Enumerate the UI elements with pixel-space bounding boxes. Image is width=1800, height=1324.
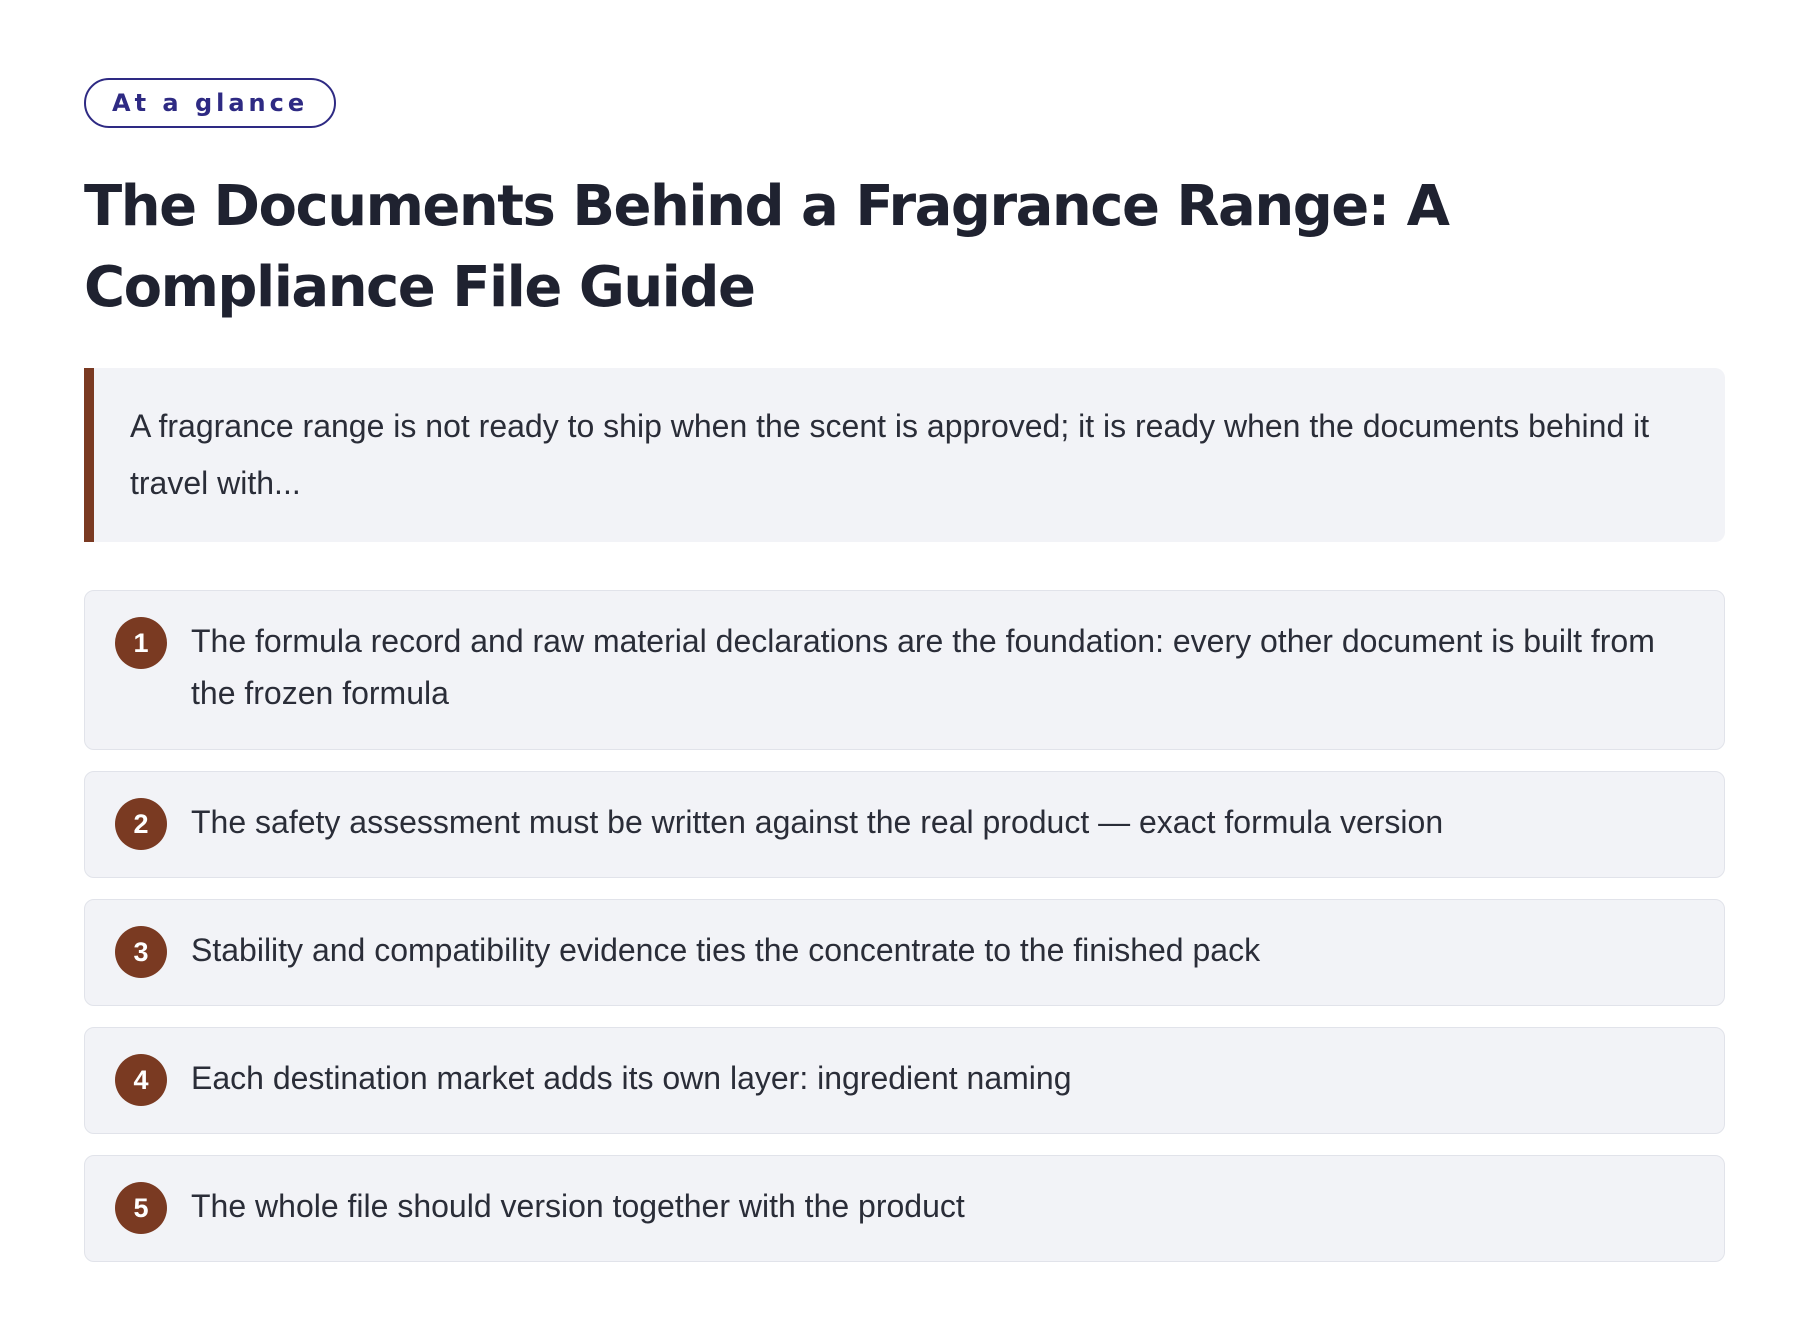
at-a-glance-badge: At a glance bbox=[84, 78, 337, 128]
number-badge: 5 bbox=[115, 1182, 167, 1234]
list-item: 5 The whole file should version together… bbox=[84, 1155, 1725, 1262]
page: At a glance The Documents Behind a Fragr… bbox=[0, 0, 1800, 1324]
list-item-text: Each destination market adds its own lay… bbox=[191, 1060, 1072, 1096]
number-badge: 2 bbox=[115, 798, 167, 850]
list-item: 4 Each destination market adds its own l… bbox=[84, 1027, 1725, 1134]
list-item: 1 The formula record and raw material de… bbox=[84, 590, 1725, 750]
list-item-text: The formula record and raw material decl… bbox=[191, 623, 1655, 711]
summary-callout: A fragrance range is not ready to ship w… bbox=[84, 368, 1725, 542]
summary-text: A fragrance range is not ready to ship w… bbox=[130, 408, 1650, 501]
number-badge: 1 bbox=[115, 617, 167, 669]
list-item-text: The whole file should version together w… bbox=[191, 1188, 965, 1224]
list-item-text: The safety assessment must be written ag… bbox=[191, 804, 1444, 840]
page-title: The Documents Behind a Fragrance Range: … bbox=[84, 174, 1450, 320]
number-badge: 3 bbox=[115, 926, 167, 978]
list-item-text: Stability and compatibility evidence tie… bbox=[191, 932, 1261, 968]
list-item: 3 Stability and compatibility evidence t… bbox=[84, 899, 1725, 1006]
number-badge: 4 bbox=[115, 1054, 167, 1106]
key-points-list: 1 The formula record and raw material de… bbox=[84, 590, 1725, 1262]
list-item: 2 The safety assessment must be written … bbox=[84, 771, 1725, 878]
